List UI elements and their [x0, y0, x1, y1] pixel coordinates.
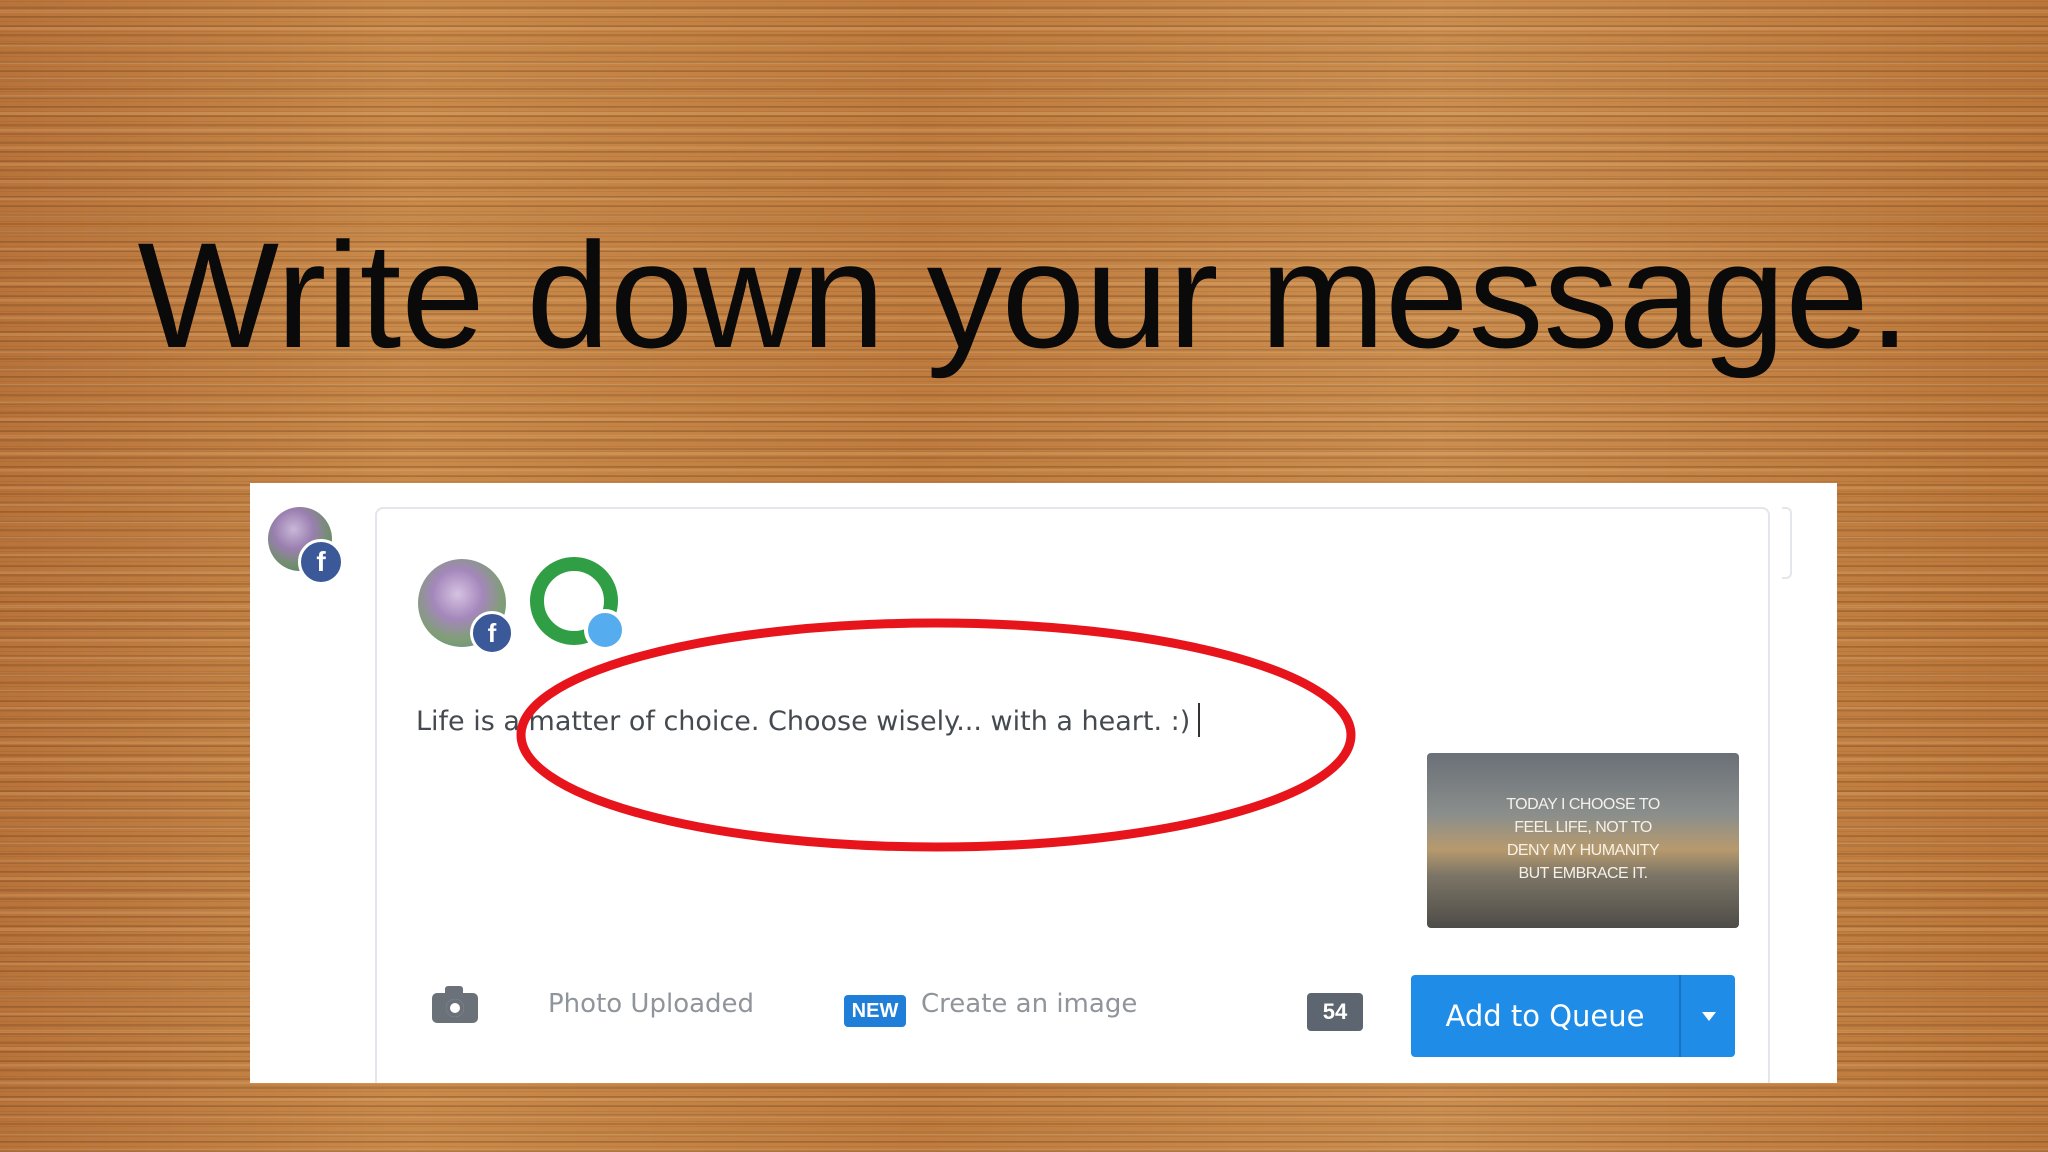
message-text: Life is a matter of choice. Choose wisel… — [416, 706, 1191, 737]
new-badge: NEW — [844, 995, 906, 1027]
facebook-icon: f — [298, 539, 344, 585]
camera-icon[interactable] — [432, 986, 478, 1023]
add-to-queue-button[interactable]: Add to Queue — [1411, 975, 1679, 1057]
add-to-queue-split-button: Add to Queue — [1411, 975, 1735, 1057]
twitter-icon — [584, 609, 626, 651]
facebook-profile-avatar[interactable]: f — [418, 559, 514, 655]
character-count: 54 — [1307, 993, 1363, 1031]
thumbnail-quote-line: FEEL LIFE, NOT TO — [1514, 819, 1652, 836]
slide-title: Write down your message. — [137, 211, 1911, 379]
create-image-link[interactable]: Create an image — [921, 989, 1137, 1019]
photo-uploaded-label[interactable]: Photo Uploaded — [548, 989, 754, 1019]
thumbnail-quote-line: DENY MY HUMANITY — [1506, 842, 1660, 859]
text-caret — [1198, 703, 1201, 737]
post-composer: f Life is a matter of choice. Choose wis… — [375, 507, 1770, 1083]
composer-panel: f f Life is a matter of choice. Choose w… — [250, 483, 1837, 1083]
thumbnail-quote-line: BUT EMBRACE IT. — [1518, 865, 1648, 882]
sidebar-avatar[interactable]: f — [268, 507, 344, 585]
message-input[interactable]: Life is a matter of choice. Choose wisel… — [416, 703, 1201, 737]
thumbnail-quote-line: TODAY I CHOOSE TO — [1506, 796, 1660, 813]
attachment-thumbnail[interactable]: TODAY I CHOOSE TO FEEL LIFE, NOT TO DENY… — [1427, 753, 1739, 928]
q-profile-avatar[interactable] — [530, 557, 626, 651]
caret-down-icon[interactable] — [1681, 975, 1735, 1057]
thumbnail-quote: TODAY I CHOOSE TO FEEL LIFE, NOT TO DENY… — [1427, 793, 1739, 885]
composer-edge — [1782, 507, 1792, 579]
composer-footer: Photo Uploaded NEW Create an image 54 Ad… — [377, 959, 1772, 1057]
facebook-icon: f — [470, 611, 514, 655]
